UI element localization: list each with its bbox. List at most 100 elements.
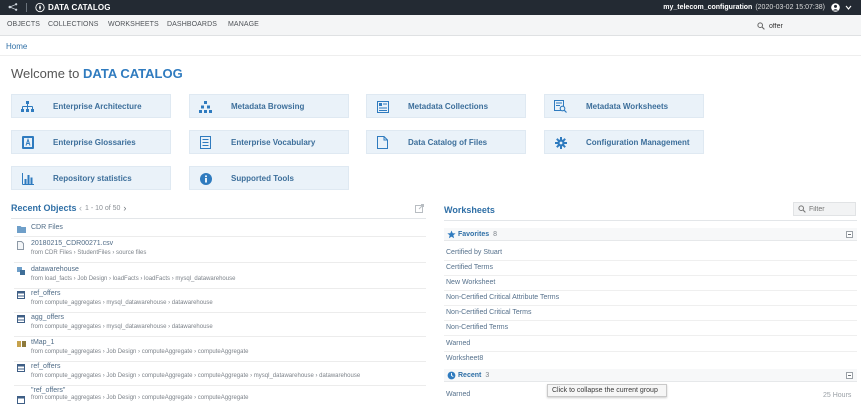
tile-label: Metadata Worksheets (586, 102, 669, 111)
star-icon (447, 230, 456, 241)
group-label: Recent 3 (458, 372, 489, 379)
chevron-down-icon[interactable] (845, 4, 852, 11)
favorites-label: Favorites (458, 231, 490, 238)
menu-icon[interactable] (8, 2, 18, 12)
list-item[interactable]: ref_offers from compute_aggregates › Job… (14, 363, 426, 386)
topbar-divider (26, 3, 27, 12)
chevron-left-icon[interactable]: ‹ (79, 203, 82, 213)
worksheet-item[interactable]: Worksheet8 (446, 355, 483, 362)
collapse-button[interactable] (846, 372, 853, 379)
worksheet-item[interactable]: Certified Terms (446, 264, 493, 271)
item-path: from load_facts › Job Design › loadFacts… (31, 276, 236, 282)
nav-worksheets[interactable]: WORKSHEETS (108, 21, 159, 28)
worksheet-item[interactable]: Certified by Stuart (446, 249, 502, 256)
tile-label: Metadata Browsing (231, 102, 305, 111)
item-name: "ref_offers" (31, 387, 66, 394)
worksheet-item[interactable]: Warned (446, 391, 470, 398)
user-icon[interactable] (831, 3, 840, 12)
collapse-button[interactable] (846, 231, 853, 238)
top-bar: DATA CATALOG my_telecom_configuration (2… (0, 0, 861, 15)
item-path: from compute_aggregates › mysql_dataware… (31, 300, 213, 306)
list-item[interactable]: CDR Files (14, 224, 426, 237)
page-title: Welcome to DATA CATALOG (11, 66, 183, 81)
item-name: ref_offers (31, 363, 61, 370)
divider (14, 236, 426, 237)
worksheet-item[interactable]: Non-Certified Critical Attribute Terms (446, 294, 559, 301)
breadcrumb[interactable]: Home (6, 42, 27, 51)
filter-input[interactable] (809, 205, 854, 213)
tile-metadata-browsing[interactable]: Metadata Browsing (189, 94, 349, 118)
divider (11, 218, 426, 219)
nav-objects[interactable]: OBJECTS (7, 21, 40, 28)
search-icon (757, 22, 765, 30)
tile-enterprise-glossaries[interactable]: Enterprise Glossaries (11, 130, 171, 154)
item-path: from compute_aggregates › mysql_dataware… (31, 324, 213, 330)
worksheet-item[interactable]: Warned (446, 340, 470, 347)
list-item[interactable]: "ref_offers" from compute_aggregates › J… (14, 387, 426, 409)
nav-manage[interactable]: MANAGE (228, 21, 259, 28)
table-icon (17, 291, 25, 299)
item-path: from CDR Files › StudentFiles › source f… (31, 250, 147, 256)
divider (0, 55, 861, 56)
tooltip: Click to collapse the current group (547, 384, 667, 397)
app-title[interactable]: DATA CATALOG (48, 3, 111, 12)
glossary-icon (21, 136, 34, 149)
list-item[interactable]: agg_offers from compute_aggregates › mys… (14, 314, 426, 337)
divider (444, 335, 857, 336)
item-path: from compute_aggregates › Job Design › c… (31, 349, 249, 355)
divider (444, 260, 857, 261)
nav-dashboards[interactable]: DASHBOARDS (167, 21, 217, 28)
tile-enterprise-vocabulary[interactable]: Enterprise Vocabulary (189, 130, 349, 154)
divider (14, 336, 426, 337)
tile-configuration-management[interactable]: Configuration Management (544, 130, 704, 154)
nav-collections[interactable]: COLLECTIONS (48, 21, 99, 28)
divider (444, 351, 857, 352)
tile-metadata-worksheets[interactable]: Metadata Worksheets (544, 94, 704, 118)
global-search (757, 20, 857, 32)
map-component-icon (17, 340, 26, 348)
divider (444, 275, 857, 276)
item-path: from compute_aggregates › Job Design › c… (31, 373, 361, 379)
divider (444, 290, 857, 291)
search-icon (798, 205, 806, 213)
tile-data-catalog-of-files[interactable]: Data Catalog of Files (366, 130, 526, 154)
tile-label: Repository statistics (53, 174, 132, 183)
bar-chart-icon (21, 172, 34, 185)
item-name: 20180215_CDR00271.csv (31, 240, 114, 247)
worksheet-item[interactable]: New Worksheet (446, 279, 495, 286)
tile-metadata-collections[interactable]: Metadata Collections (366, 94, 526, 118)
info-icon (199, 172, 212, 185)
divider (444, 220, 857, 221)
vocabulary-icon (199, 136, 212, 149)
list-item[interactable]: ref_offers from compute_aggregates › mys… (14, 290, 426, 313)
folder-icon (17, 225, 26, 233)
worksheet-item[interactable]: Non-Certified Critical Terms (446, 309, 531, 316)
divider (444, 305, 857, 306)
list-item[interactable]: 20180215_CDR00271.csv from CDR Files › S… (14, 240, 426, 263)
tile-label: Configuration Management (586, 138, 690, 147)
list-item[interactable]: tMap_1 from compute_aggregates › Job Des… (14, 339, 426, 362)
item-name: agg_offers (31, 314, 64, 321)
worksheets-title: Worksheets (444, 205, 495, 215)
welcome-prefix: Welcome to (11, 66, 80, 81)
file-icon (376, 136, 389, 149)
divider (14, 312, 426, 313)
divider (14, 385, 426, 386)
favorites-group-header[interactable]: Favorites 8 (444, 228, 857, 241)
worksheet-item[interactable]: Non-Certified Terms (446, 324, 508, 331)
tile-repository-statistics[interactable]: Repository statistics (11, 166, 171, 190)
clock-icon (447, 371, 456, 382)
tile-supported-tools[interactable]: Supported Tools (189, 166, 349, 190)
divider (14, 288, 426, 289)
list-item[interactable]: datawarehouse from load_facts › Job Desi… (14, 266, 426, 289)
recent-group-header[interactable]: Recent 3 (444, 369, 857, 382)
tile-enterprise-architecture[interactable]: Enterprise Architecture (11, 94, 171, 118)
tile-label: Enterprise Glossaries (53, 138, 136, 147)
configuration-name[interactable]: my_telecom_configuration (663, 4, 752, 11)
divider (14, 262, 426, 263)
chevron-right-icon[interactable]: › (123, 203, 126, 213)
external-link-icon[interactable] (415, 204, 424, 215)
pagination-label: 1 - 10 of 50 (85, 204, 121, 212)
search-input[interactable] (769, 22, 849, 30)
hierarchy-icon (21, 100, 34, 113)
